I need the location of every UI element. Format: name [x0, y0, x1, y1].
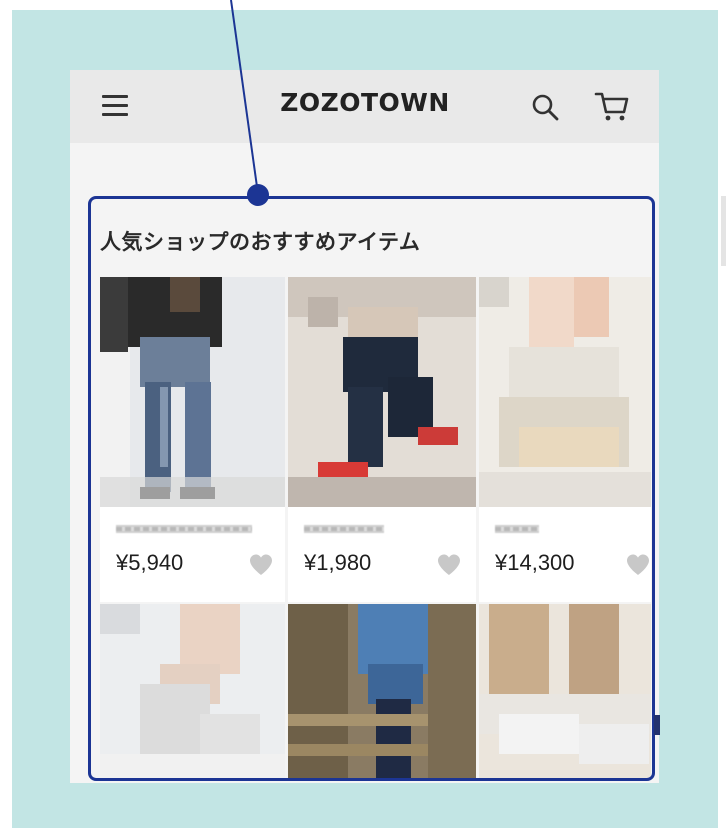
section-title: 人気ショップのおすすめアイテム — [100, 230, 421, 254]
product-price: ¥5,940 — [116, 550, 184, 575]
product-price: ¥14,300 — [495, 550, 575, 575]
menu-icon[interactable] — [102, 95, 130, 117]
heart-icon[interactable] — [436, 553, 462, 577]
product-card[interactable]: ¥1,980 — [288, 277, 476, 602]
brand-name-blurred — [116, 525, 252, 533]
app-logo[interactable]: ZOZOTOWN — [270, 88, 460, 117]
product-card[interactable] — [100, 604, 285, 780]
product-image[interactable] — [100, 604, 285, 780]
product-card[interactable]: ¥14,300 — [479, 277, 651, 602]
search-icon[interactable] — [530, 92, 560, 122]
product-image[interactable] — [288, 277, 476, 507]
product-image[interactable] — [479, 604, 651, 780]
cart-icon[interactable] — [594, 90, 630, 124]
product-card[interactable] — [288, 604, 476, 780]
product-price: ¥1,980 — [304, 550, 372, 575]
brand-name-blurred — [304, 525, 384, 533]
product-image[interactable] — [479, 277, 651, 507]
product-image[interactable] — [288, 604, 476, 780]
heart-icon[interactable] — [625, 553, 651, 577]
edge-shadow — [721, 196, 726, 266]
product-card[interactable] — [479, 604, 651, 780]
brand-name-blurred — [495, 525, 539, 533]
app-header: ZOZOTOWN — [70, 70, 659, 143]
edge-marker — [654, 715, 660, 735]
heart-icon[interactable] — [248, 553, 274, 577]
product-image[interactable] — [100, 277, 285, 507]
product-card[interactable]: ¥5,940 — [100, 277, 285, 602]
